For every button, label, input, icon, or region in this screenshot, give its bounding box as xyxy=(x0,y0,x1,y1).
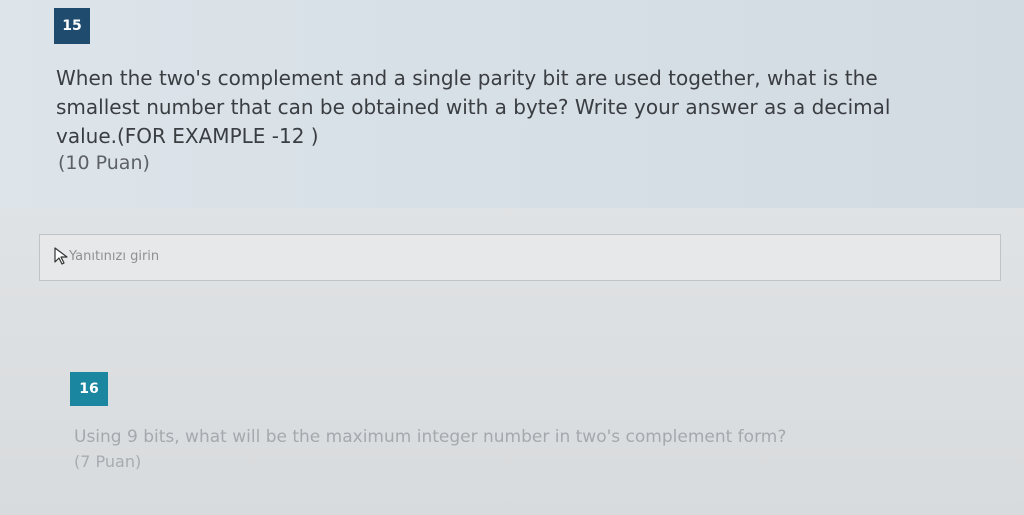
question-text: When the two's complement and a single p… xyxy=(56,66,891,148)
question-number-badge: 15 xyxy=(54,8,90,44)
question-points: (10 Puan) xyxy=(58,152,150,174)
answer-input[interactable]: Yanıtınızı girin xyxy=(39,234,1001,281)
question-points-16: (7 Puan) xyxy=(74,452,142,471)
question-text-16: Using 9 bits, what will be the maximum i… xyxy=(74,427,787,447)
answer-placeholder: Yanıtınızı girin xyxy=(69,249,160,264)
question-number-badge-16: 16 xyxy=(70,372,108,406)
form-page: 15 When the two's complement and a singl… xyxy=(0,0,1024,515)
question-card-15: 15 When the two's complement and a singl… xyxy=(0,0,1024,208)
